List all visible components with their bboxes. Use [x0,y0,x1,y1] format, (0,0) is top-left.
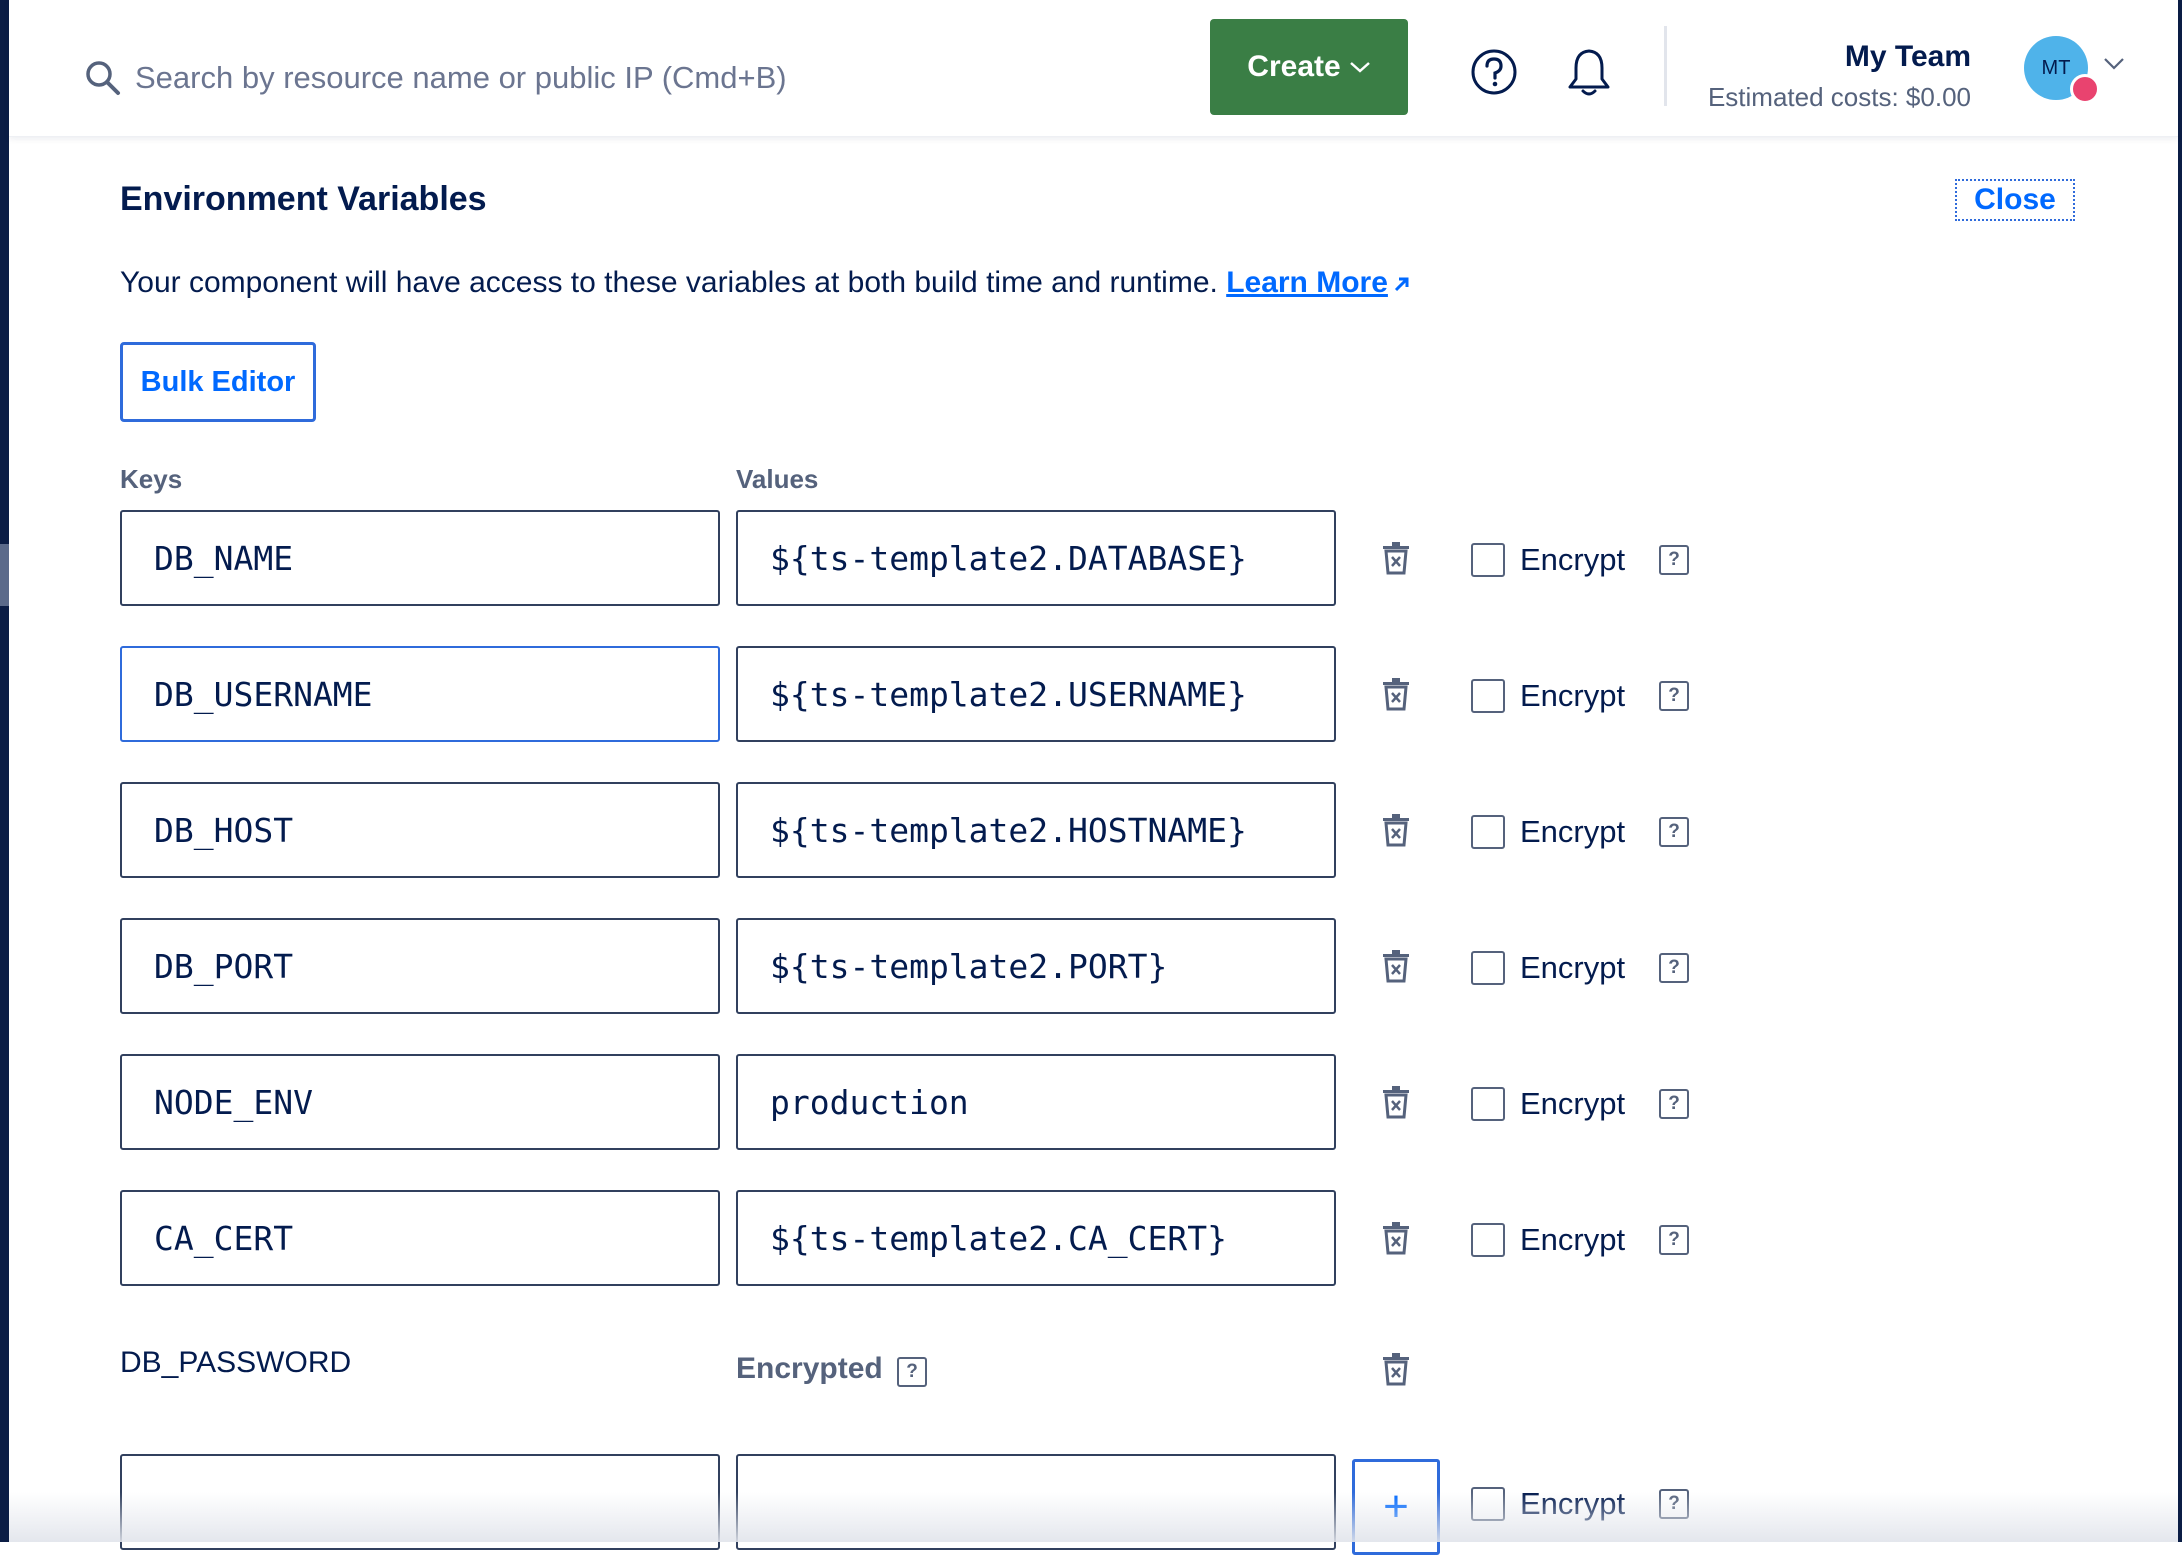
encrypted-help-icon[interactable]: ? [897,1357,927,1387]
delete-trash-icon[interactable] [1380,1085,1412,1119]
create-button[interactable]: Create [1210,19,1408,115]
env-value-input[interactable] [736,782,1336,878]
encrypt-label: Encrypt [1520,814,1626,849]
learn-more-label: Learn More [1226,266,1388,299]
env-value-input[interactable] [736,646,1336,742]
delete-trash-icon[interactable] [1380,1352,1412,1386]
panel-title: Environment Variables [120,180,487,218]
env-key-input[interactable] [120,1054,720,1150]
encrypt-help-icon[interactable]: ? [1659,1489,1689,1519]
encrypt-checkbox[interactable] [1471,543,1505,577]
encrypted-var-key: DB_PASSWORD [120,1346,352,1379]
search-icon [86,61,120,95]
chevron-down-icon [1349,62,1370,73]
team-name[interactable]: My Team [1845,40,1971,74]
add-plus-icon: + [1383,1482,1409,1531]
env-key-input[interactable] [120,510,720,606]
help-icon[interactable] [1469,46,1519,98]
close-button[interactable]: Close [1955,179,2075,221]
right-edge-strip [2178,0,2182,1542]
encrypt-label: Encrypt [1520,1086,1626,1121]
encrypt-help-icon[interactable]: ? [1659,545,1689,575]
encrypt-checkbox[interactable] [1471,815,1505,849]
delete-trash-icon[interactable] [1380,677,1412,711]
create-button-label: Create [1247,50,1341,83]
encrypt-label: Encrypt [1520,950,1626,985]
encrypt-help-icon[interactable]: ? [1659,1089,1689,1119]
keys-column-label: Keys [120,464,183,494]
bulk-editor-button[interactable]: Bulk Editor [120,342,316,422]
search-input[interactable] [133,50,1037,106]
delete-trash-icon[interactable] [1380,541,1412,575]
encrypt-checkbox[interactable] [1471,1487,1505,1521]
delete-trash-icon[interactable] [1380,1221,1412,1255]
left-edge-strip [0,0,9,1542]
encrypt-checkbox[interactable] [1471,1223,1505,1257]
encrypt-checkbox[interactable] [1471,1087,1505,1121]
env-key-input[interactable] [120,918,720,1014]
new-value-input[interactable] [736,1454,1336,1550]
encrypt-label: Encrypt [1520,1222,1626,1257]
encrypt-checkbox[interactable] [1471,679,1505,713]
env-value-input[interactable] [736,1190,1336,1286]
encrypt-checkbox[interactable] [1471,951,1505,985]
values-column-label: Values [736,464,819,494]
add-variable-button[interactable]: + [1352,1459,1440,1555]
encrypt-help-icon[interactable]: ? [1659,953,1689,983]
env-value-input[interactable] [736,1054,1336,1150]
encrypt-label: Encrypt [1520,1486,1626,1521]
env-key-input[interactable] [120,782,720,878]
encrypt-help-icon[interactable]: ? [1659,817,1689,847]
header-divider [1664,26,1667,106]
notifications-bell-icon[interactable] [1564,46,1614,98]
description-text: Your component will have access to these… [120,266,1218,299]
env-key-input[interactable] [120,646,720,742]
top-header: Create My Team Estimated costs: $0.00 MT [9,0,2178,137]
env-value-input[interactable] [736,918,1336,1014]
encrypt-label: Encrypt [1520,542,1626,577]
panel-description: Your component will have access to these… [120,266,1412,300]
external-link-icon [1394,277,1409,292]
estimated-costs: Estimated costs: $0.00 [1707,82,1971,112]
encrypt-help-icon[interactable]: ? [1659,681,1689,711]
env-key-input[interactable] [120,1190,720,1286]
new-key-input[interactable] [120,1454,720,1550]
env-value-input[interactable] [736,510,1336,606]
encrypt-help-icon[interactable]: ? [1659,1225,1689,1255]
edge-marker [0,544,9,606]
delete-trash-icon[interactable] [1380,949,1412,983]
encrypt-label: Encrypt [1520,678,1626,713]
account-chevron-down-icon[interactable] [2103,56,2125,72]
learn-more-link[interactable]: Learn More [1226,266,1388,299]
avatar-status-badge [2070,74,2100,104]
avatar-initials: MT [2041,56,2071,79]
delete-trash-icon[interactable] [1380,813,1412,847]
encrypted-status: Encrypted [736,1352,883,1385]
